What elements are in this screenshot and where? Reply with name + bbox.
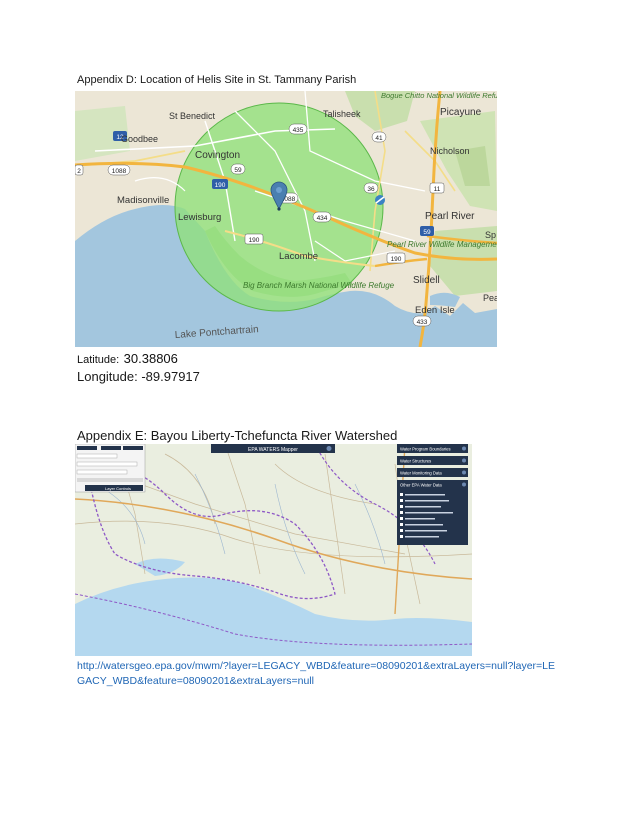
map-label: Pearl River Wildlife Management Area (387, 240, 497, 249)
longitude-line: Longitude: -89.97917 (77, 369, 200, 384)
route-shield-label: 36 (367, 186, 375, 193)
map-label: Picayune (440, 107, 482, 118)
map-label: Goodbee (121, 134, 158, 144)
latitude-label: Latitude: (77, 354, 120, 366)
route-shield-label: 435 (293, 127, 304, 134)
route-shield-label: 11 (434, 186, 441, 193)
location-map-graphic: 12 435 41 1088 59 190 36 11 1088 434 190… (75, 91, 497, 347)
map-label: Eden Isle (415, 305, 455, 316)
panel-header-label: Water Structures (400, 459, 431, 464)
map-label: Pearl River (425, 211, 475, 222)
map-waypoint-icon (375, 195, 385, 205)
panel-header-label: Other EPA Water Data (400, 483, 442, 488)
map-label: Slidell (413, 275, 440, 286)
map-label: Pea (483, 293, 497, 303)
map-label: Big Branch Marsh National Wildlife Refug… (243, 281, 395, 290)
route-shield-label: 59 (234, 167, 242, 174)
watershed-mapper-screenshot[interactable]: EPA WATERS Mapper Layer Controls Water P… (75, 444, 472, 656)
route-shield-label: 190 (249, 237, 260, 244)
map-label: Lewisburg (178, 212, 221, 223)
map-label: Bogue Chitto National Wildlife Refuge (381, 91, 497, 100)
mapper-left-panel: Layer Controls (75, 444, 146, 493)
watershed-source-link[interactable]: http://watersgeo.epa.gov/mwm/?layer=LEGA… (77, 659, 557, 689)
route-shield-label: 59 (423, 229, 431, 236)
mapper-right-panel: Water Program Boundaries Water Structure… (397, 444, 468, 545)
map-label: Nicholson (430, 146, 470, 156)
route-shield-label: 2 (77, 168, 81, 175)
route-shield-label: 41 (375, 135, 383, 142)
appendix-d-title: Appendix D: Location of Helis Site in St… (77, 74, 357, 86)
map-label: Madisonville (117, 195, 169, 206)
route-shield-label: 190 (215, 182, 226, 189)
route-shield-label: 190 (391, 256, 402, 263)
map-label: Covington (195, 150, 240, 161)
panel-header-label: Water Monitoring Data (400, 471, 442, 476)
banner-title: EPA WATERS Mapper (248, 447, 298, 453)
watershed-map-graphic: EPA WATERS Mapper Layer Controls Water P… (75, 444, 472, 656)
map-label: Talisheek (323, 109, 361, 119)
helis-site-location-map[interactable]: 12 435 41 1088 59 190 36 11 1088 434 190… (75, 91, 497, 347)
panel-header-label: Water Program Boundaries (400, 447, 451, 452)
mapper-top-banner: EPA WATERS Mapper (211, 444, 335, 453)
layer-controls-label: Layer Controls (105, 486, 131, 491)
latitude-value: 30.38806 (123, 351, 178, 366)
route-shield-label: 434 (317, 215, 328, 222)
appendix-e-title: Appendix E: Bayou Liberty-Tchefuncta Riv… (77, 428, 398, 443)
route-shield-label: 1088 (112, 168, 127, 175)
map-label: Sp (485, 230, 496, 240)
route-shield-label: 433 (417, 319, 428, 326)
map-label: St Benedict (169, 111, 216, 121)
map-label: Lacombe (279, 251, 318, 262)
latitude-line: Latitude: 30.38806 (77, 350, 178, 368)
